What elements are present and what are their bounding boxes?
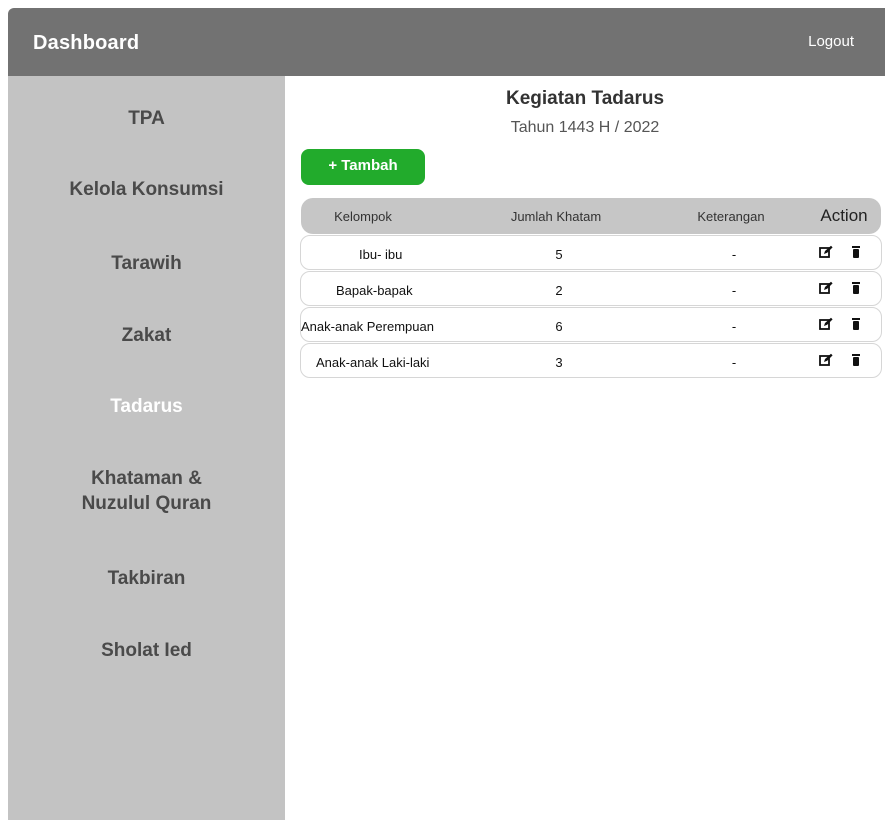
table-row: Anak-anak Laki-laki 3 - <box>300 343 882 378</box>
edit-icon[interactable] <box>819 245 833 259</box>
sidebar-item-takbiran[interactable]: Takbiran <box>8 566 285 591</box>
sidebar-item-label: Khataman & <box>91 468 202 489</box>
cell-keterangan: - <box>731 355 737 370</box>
edit-icon[interactable] <box>819 353 833 367</box>
logout-link[interactable]: Logout <box>808 33 854 50</box>
cell-kelompok: Anak-anak Perempuan <box>301 319 434 334</box>
cell-keterangan: - <box>731 319 737 334</box>
cell-keterangan: - <box>731 247 737 262</box>
sidebar-item-sholat-ied[interactable]: Sholat Ied <box>8 638 285 663</box>
table-header: Kelompok Jumlah Khatam Keterangan Action <box>301 198 881 234</box>
column-header-jumlah-khatam: Jumlah Khatam <box>510 209 602 224</box>
edit-icon[interactable] <box>819 281 833 295</box>
cell-keterangan: - <box>731 283 737 298</box>
sidebar-item-khataman-nuzulul-quran[interactable]: Khataman & Nuzulul Quran <box>8 466 285 516</box>
trash-icon[interactable] <box>849 245 863 259</box>
cell-kelompok: Ibu- ibu <box>359 247 403 262</box>
trash-icon[interactable] <box>849 281 863 295</box>
column-header-keterangan: Keterangan <box>697 209 765 224</box>
edit-icon[interactable] <box>819 317 833 331</box>
column-header-kelompok: Kelompok <box>334 209 392 224</box>
trash-icon[interactable] <box>849 353 863 367</box>
page-subtitle: Tahun 1443 H / 2022 <box>510 119 660 136</box>
sidebar-item-kelola-konsumsi[interactable]: Kelola Konsumsi <box>8 177 285 202</box>
sidebar: TPA Kelola Konsumsi Tarawih Zakat Tadaru… <box>8 76 285 820</box>
sidebar-item-zakat[interactable]: Zakat <box>8 323 285 348</box>
cell-kelompok: Bapak-bapak <box>336 283 413 298</box>
sidebar-item-tpa[interactable]: TPA <box>8 106 285 131</box>
table-row: Ibu- ibu 5 - <box>300 235 882 270</box>
top-navbar: Dashboard Logout <box>8 8 885 76</box>
cell-jumlah-khatam: 3 <box>555 355 563 370</box>
column-header-action: Action <box>820 206 868 225</box>
sidebar-item-label: Nuzulul Quran <box>81 493 212 514</box>
add-button[interactable]: + Tambah <box>301 149 425 185</box>
cell-jumlah-khatam: 2 <box>555 283 563 298</box>
sidebar-item-tarawih[interactable]: Tarawih <box>8 251 285 276</box>
table-row: Bapak-bapak 2 - <box>300 271 882 306</box>
cell-jumlah-khatam: 5 <box>555 247 563 262</box>
cell-jumlah-khatam: 6 <box>555 319 563 334</box>
sidebar-item-tadarus[interactable]: Tadarus <box>8 394 285 419</box>
trash-icon[interactable] <box>849 317 863 331</box>
cell-kelompok: Anak-anak Laki-laki <box>316 355 430 370</box>
table-row: Anak-anak Perempuan 6 - <box>300 307 882 342</box>
page-title: Kegiatan Tadarus <box>505 88 665 109</box>
app-title[interactable]: Dashboard <box>33 32 139 55</box>
